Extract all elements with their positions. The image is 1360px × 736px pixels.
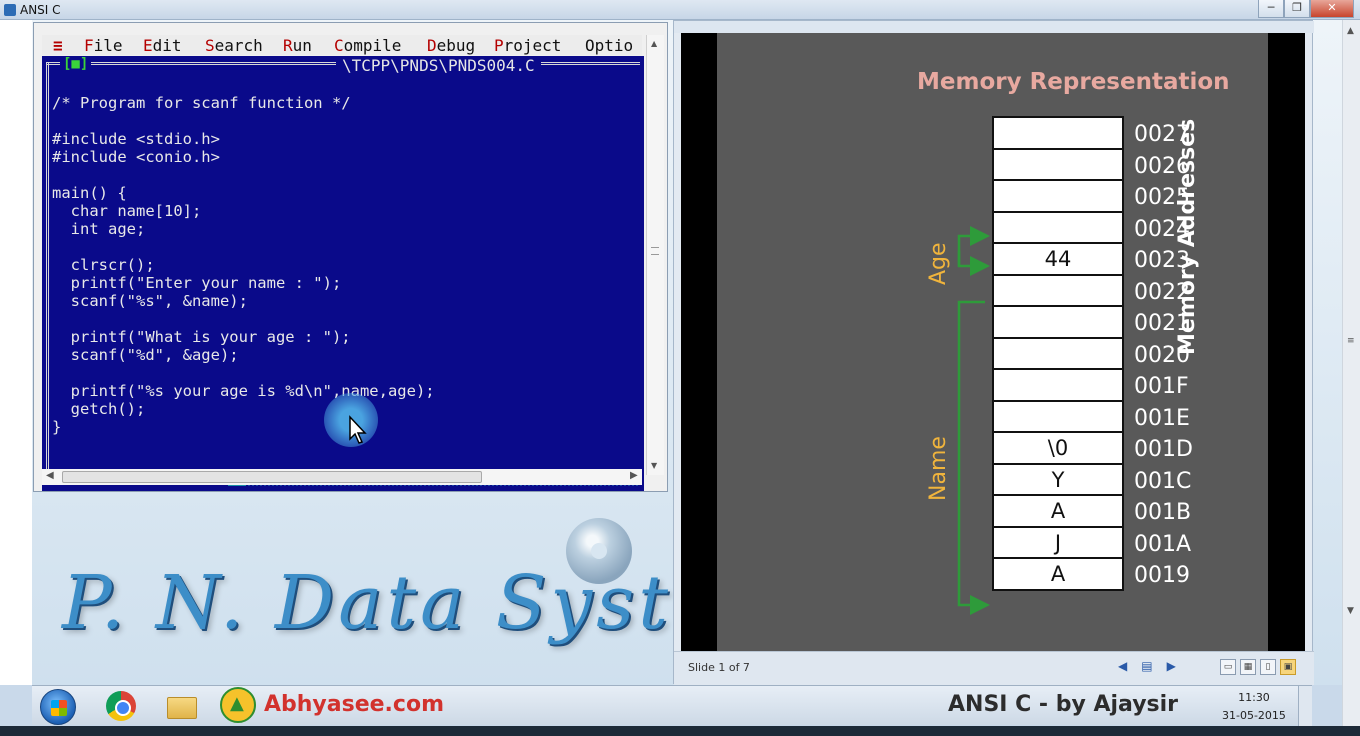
slide-menu-icon[interactable]: ▤ xyxy=(1141,659,1152,673)
window-horizontal-scrollbar[interactable]: ◀ ▶ xyxy=(42,469,642,485)
source-code[interactable]: /* Program for scanf function */ #includ… xyxy=(52,94,435,436)
show-desktop-button[interactable] xyxy=(1298,686,1312,726)
scroll-left-icon[interactable]: ◀ xyxy=(46,470,54,481)
prev-slide-icon[interactable]: ◀ xyxy=(1118,659,1127,673)
reading-view-icon[interactable]: ▯ xyxy=(1260,659,1276,675)
tc-menu-item-5[interactable]: Compile xyxy=(334,36,401,55)
tc-menu-label: un xyxy=(292,36,312,55)
tc-close-box[interactable]: [■] xyxy=(60,56,92,72)
tc-menu-label: earch xyxy=(214,36,263,55)
clock-time: 11:30 xyxy=(1238,691,1270,704)
tc-menu-hotkey: S xyxy=(205,36,215,55)
left-margin xyxy=(0,20,32,685)
window-vertical-scrollbar[interactable]: ▲ ▼ xyxy=(646,35,664,475)
tc-menu-hotkey: E xyxy=(143,36,153,55)
clock-date: 31-05-2015 xyxy=(1222,709,1286,722)
tc-menu-hotkey: F xyxy=(84,36,94,55)
tc-menu-item-4[interactable]: Run xyxy=(283,36,312,55)
explorer-taskbar-icon[interactable] xyxy=(164,689,200,723)
name-bracket-arrow xyxy=(957,300,990,615)
course-caption: ANSI C - by Ajaysir xyxy=(948,692,1179,717)
pointer-arrows xyxy=(957,234,990,615)
age-arrow-top xyxy=(957,234,990,276)
minimize-button[interactable]: ─ xyxy=(1258,0,1284,18)
scroll-up-icon[interactable]: ▲ xyxy=(1347,26,1354,36)
slideshow-view-icon[interactable]: ▣ xyxy=(1280,659,1296,675)
scroll-down-icon[interactable]: ▼ xyxy=(1347,606,1354,616)
powerpoint-window[interactable]: Memory Representation 0027 0026 0025 0024 44… xyxy=(673,20,1314,685)
outer-vertical-scrollbar[interactable]: ▲ ≡ ▼ xyxy=(1342,20,1360,726)
start-button[interactable] xyxy=(40,689,76,725)
tc-menu-hotkey: P xyxy=(494,36,504,55)
tc-menu-label: dit xyxy=(152,36,182,55)
system-clock[interactable]: 11:30 31-05-2015 xyxy=(1222,690,1286,724)
tc-menu-hotkey: D xyxy=(427,36,437,55)
bottom-strip xyxy=(0,726,1360,736)
taskbar: Abhyasee.com ANSI C - by Ajaysir 11:30 3… xyxy=(32,685,1312,726)
tc-frame-left xyxy=(46,62,49,482)
slide: Memory Representation 0027 0026 0025 0024 44… xyxy=(717,33,1268,653)
next-slide-icon[interactable]: ▶ xyxy=(1167,659,1176,673)
ppt-status-bar: Slide 1 of 7 ◀ ▤ ▶ ▭ ▦ ▯ ▣ xyxy=(674,651,1314,685)
scroll-down-icon[interactable]: ▼ xyxy=(651,461,657,470)
tc-menu-item-2[interactable]: Edit xyxy=(143,36,182,55)
scroll-up-icon[interactable]: ▲ xyxy=(651,39,657,48)
tc-menu-item-3[interactable]: Search xyxy=(205,36,263,55)
tc-menu-item-6[interactable]: Debug xyxy=(427,36,475,55)
close-button[interactable]: ✕ xyxy=(1310,0,1354,18)
abhyasee-site: Abhyasee.com xyxy=(264,692,444,717)
app-title: ANSI C xyxy=(20,3,61,17)
mouse-pointer-icon xyxy=(349,415,367,444)
tc-menu-item-0[interactable]: ≡ xyxy=(53,36,63,55)
tc-menu-label: ompile xyxy=(343,36,402,55)
abhyasee-logo-icon xyxy=(220,687,256,723)
app-icon xyxy=(4,4,16,16)
windows-logo-icon xyxy=(51,700,67,716)
tc-menu-item-1[interactable]: File xyxy=(84,36,123,55)
scroll-grip-icon: ≡ xyxy=(1347,336,1355,346)
horizontal-scroll-thumb[interactable] xyxy=(62,471,482,483)
tc-menu-label: roject xyxy=(503,36,562,55)
normal-view-icon[interactable]: ▭ xyxy=(1220,659,1236,675)
app-title-bar: ANSI C ─ ❐ ✕ xyxy=(0,0,1360,20)
turbo-c-window[interactable]: ≡ File Edit Search Run Compile Debug Project Opt… xyxy=(33,22,668,492)
ppt-title-bar xyxy=(674,21,1314,33)
tc-menu-hotkey: C xyxy=(334,36,344,55)
tc-file-path: \TCPP\PNDS\PNDS004.C xyxy=(336,56,541,75)
maximize-button[interactable]: ❐ xyxy=(1284,0,1310,18)
scroll-grip-icon xyxy=(651,247,659,255)
tc-menu-item-8[interactable]: Optio xyxy=(585,36,633,55)
tc-menu-bar: ≡ File Edit Search Run Compile Debug Project Opt… xyxy=(42,35,642,55)
slide-counter: Slide 1 of 7 xyxy=(688,661,750,674)
chrome-taskbar-icon[interactable] xyxy=(102,689,138,723)
tc-menu-label: ile xyxy=(93,36,123,55)
sorter-view-icon[interactable]: ▦ xyxy=(1240,659,1256,675)
scroll-right-icon[interactable]: ▶ xyxy=(630,470,638,481)
tc-menu-label: Optio xyxy=(585,36,634,55)
tc-menu-label: ebug xyxy=(436,36,476,55)
tc-menu-hotkey: R xyxy=(283,36,293,55)
tc-menu-item-7[interactable]: Project xyxy=(494,36,561,55)
